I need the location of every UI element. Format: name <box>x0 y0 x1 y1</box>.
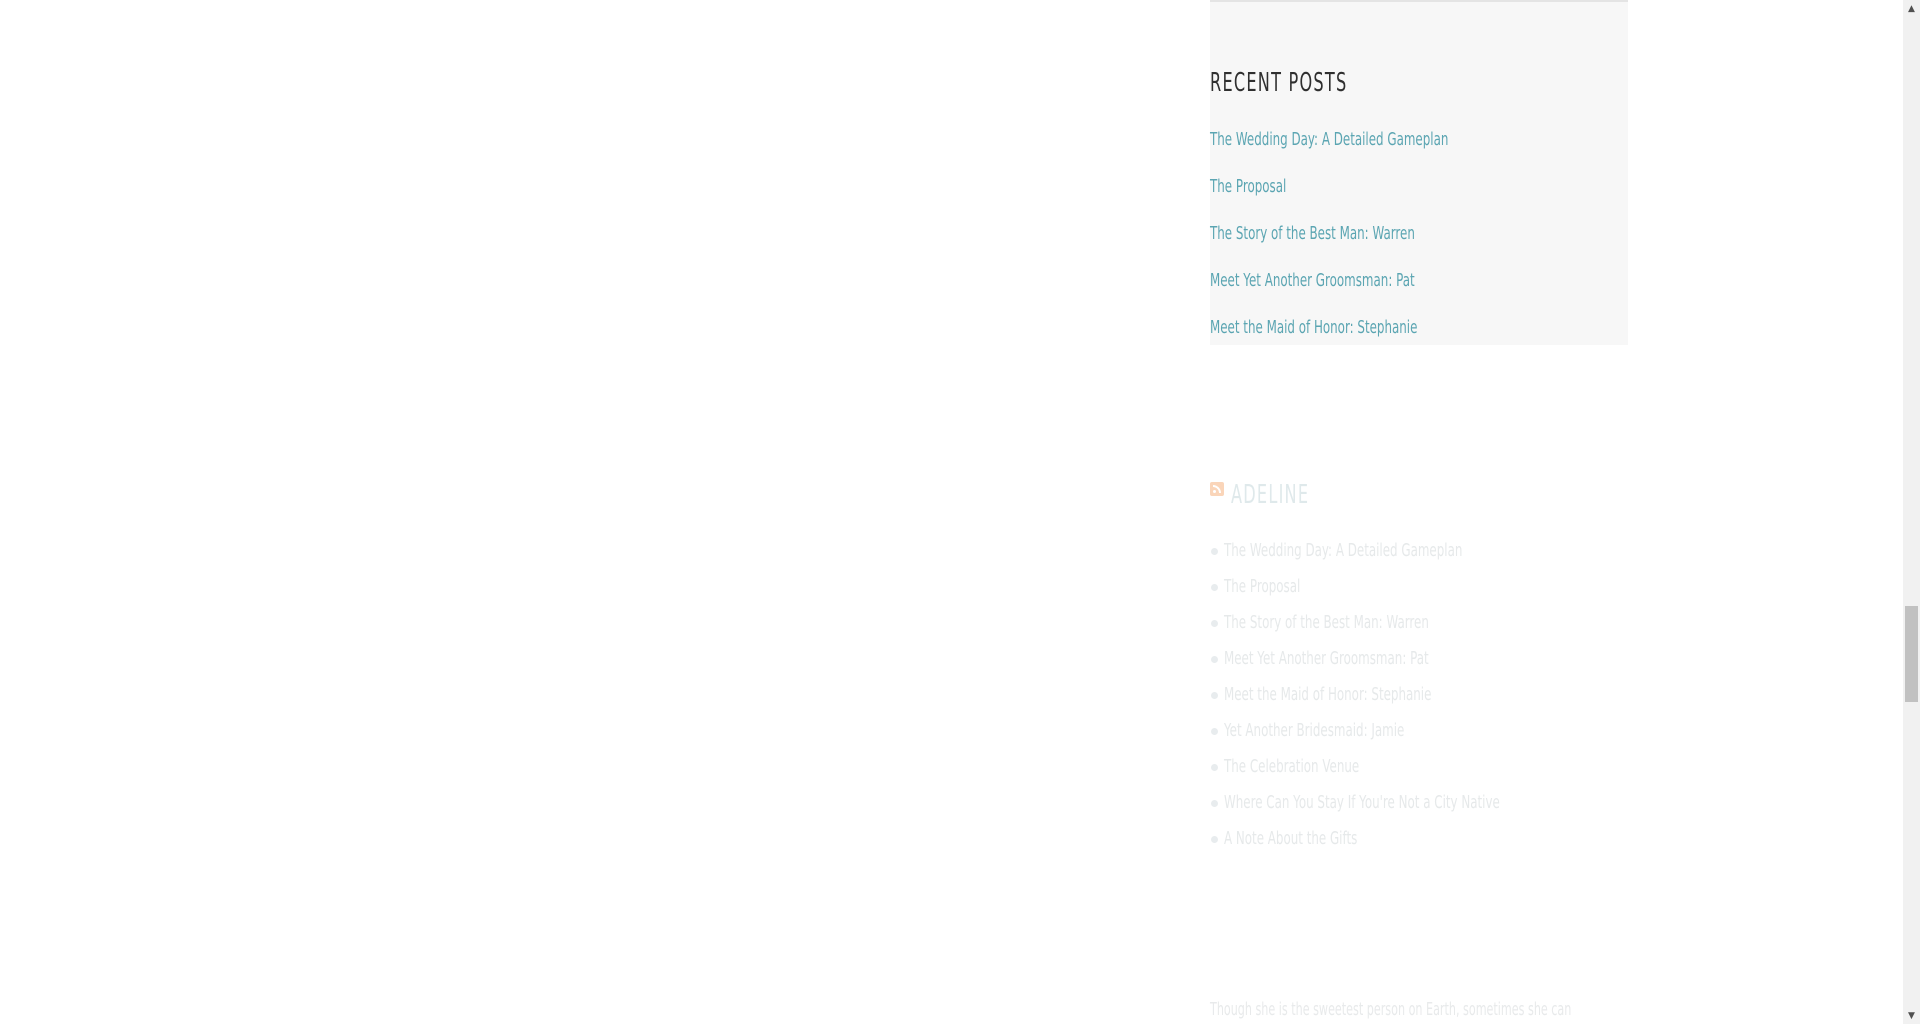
list-item: The Wedding Day: A Detailed Gameplan <box>1210 536 1628 572</box>
rss-widget: ADELINE The Wedding Day: A Detailed Game… <box>1210 478 1628 860</box>
rss-item-link[interactable]: The Wedding Day: A Detailed Gameplan <box>1224 536 1462 566</box>
page: RECENT POSTS The Wedding Day: A Detailed… <box>0 0 1920 1024</box>
rss-list: The Wedding Day: A Detailed Gameplan The… <box>1210 536 1628 860</box>
bullet-icon <box>1211 728 1218 735</box>
scrollbar-thumb[interactable] <box>1905 606 1918 702</box>
bullet-icon <box>1211 548 1218 555</box>
list-item: Where Can You Stay If You're Not a City … <box>1210 788 1628 824</box>
list-item: The Story of the Best Man: Warren <box>1210 608 1628 644</box>
rss-item-link[interactable]: The Story of the Best Man: Warren <box>1224 608 1429 638</box>
rss-item-link[interactable]: Meet the Maid of Honor: Stephanie <box>1224 680 1431 710</box>
bullet-icon <box>1211 800 1218 807</box>
recent-post-link[interactable]: The Wedding Day: A Detailed Gameplan <box>1210 125 1448 155</box>
list-item: The Wedding Day: A Detailed Gameplan <box>1210 125 1628 172</box>
rss-item-link[interactable]: Yet Another Bridesmaid: Jamie <box>1224 716 1404 746</box>
bullet-icon <box>1211 692 1218 699</box>
bullet-icon <box>1211 764 1218 771</box>
recent-post-link[interactable]: The Story of the Best Man: Warren <box>1210 219 1415 249</box>
scroll-up-arrow-icon[interactable]: ▲ <box>1903 0 1920 17</box>
list-item: The Proposal <box>1210 172 1628 219</box>
bullet-icon <box>1211 584 1218 591</box>
list-item: Meet the Maid of Honor: Stephanie <box>1210 680 1628 716</box>
scroll-down-arrow-icon[interactable]: ▼ <box>1903 1007 1920 1024</box>
vertical-scrollbar[interactable]: ▲ ▼ <box>1903 0 1920 1024</box>
about-text: Though she is the sweetest person on Ear… <box>1210 999 1572 1020</box>
list-item: The Proposal <box>1210 572 1628 608</box>
list-item: Meet Yet Another Groomsman: Pat <box>1210 266 1628 313</box>
list-item: The Celebration Venue <box>1210 752 1628 788</box>
bullet-icon <box>1211 836 1218 843</box>
list-item: A Note About the Gifts <box>1210 824 1628 860</box>
recent-posts-title: RECENT POSTS <box>1210 68 1348 98</box>
rss-title-row: ADELINE <box>1210 478 1628 522</box>
rss-icon[interactable] <box>1210 482 1224 496</box>
recent-posts-widget: RECENT POSTS The Wedding Day: A Detailed… <box>1210 0 1628 345</box>
rss-item-link[interactable]: The Proposal <box>1224 572 1300 602</box>
bullet-icon <box>1211 620 1218 627</box>
rss-title[interactable]: ADELINE <box>1231 480 1309 510</box>
rss-item-link[interactable]: Meet Yet Another Groomsman: Pat <box>1224 644 1429 674</box>
recent-post-link[interactable]: Meet the Maid of Honor: Stephanie <box>1210 313 1417 343</box>
sidebar: RECENT POSTS The Wedding Day: A Detailed… <box>1210 0 1628 849</box>
bullet-icon <box>1211 656 1218 663</box>
list-item: Yet Another Bridesmaid: Jamie <box>1210 716 1628 752</box>
list-item: Meet the Maid of Honor: Stephanie <box>1210 313 1628 360</box>
list-item: The Story of the Best Man: Warren <box>1210 219 1628 266</box>
rss-item-link[interactable]: The Celebration Venue <box>1224 752 1359 782</box>
recent-post-link[interactable]: The Proposal <box>1210 172 1286 202</box>
rss-item-link[interactable]: Where Can You Stay If You're Not a City … <box>1224 788 1500 818</box>
rss-item-link[interactable]: A Note About the Gifts <box>1224 824 1357 854</box>
recent-post-link[interactable]: Meet Yet Another Groomsman: Pat <box>1210 266 1415 296</box>
list-item: Meet Yet Another Groomsman: Pat <box>1210 644 1628 680</box>
recent-posts-list: The Wedding Day: A Detailed Gameplan The… <box>1210 125 1628 360</box>
